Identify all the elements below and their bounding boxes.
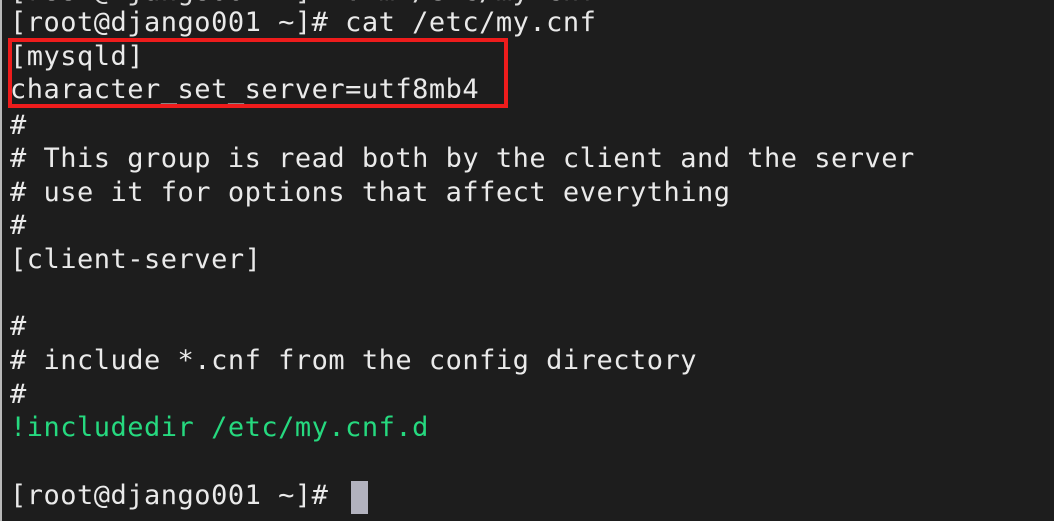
terminal-line-prompt-active: [root@django001 ~]# — [10, 480, 346, 511]
terminal-line-client-server-section: [client-server] — [10, 244, 262, 275]
terminal-line-comment-hash-4: # — [10, 379, 27, 410]
terminal-line-includedir: !includedir /etc/my.cnf.d — [10, 412, 429, 443]
terminal-line-prompt-cat: [root@django001 ~]# cat /etc/my.cnf — [10, 7, 597, 38]
terminal-window[interactable]: [root@django001 ~]# vim /etc/my.cnf [roo… — [0, 0, 1054, 521]
terminal-line-comment-hash-3: # — [10, 311, 27, 342]
terminal-output-area[interactable]: [root@django001 ~]# vim /etc/my.cnf [roo… — [0, 0, 1054, 521]
block-cursor — [351, 481, 368, 514]
terminal-line-comment-group-read: # This group is read both by the client … — [10, 143, 915, 174]
terminal-line-comment-include-cnf: # include *.cnf from the config director… — [10, 345, 697, 376]
terminal-line-mysqld-section: [mysqld] — [10, 41, 145, 72]
terminal-line-character-set-server: character_set_server=utf8mb4 — [10, 74, 480, 105]
pane-left-border — [0, 0, 2, 521]
terminal-line-comment-hash-2: # — [10, 210, 27, 241]
terminal-line-comment-use-options: # use it for options that affect everyth… — [10, 177, 731, 208]
terminal-line-comment-hash-1: # — [10, 110, 27, 141]
